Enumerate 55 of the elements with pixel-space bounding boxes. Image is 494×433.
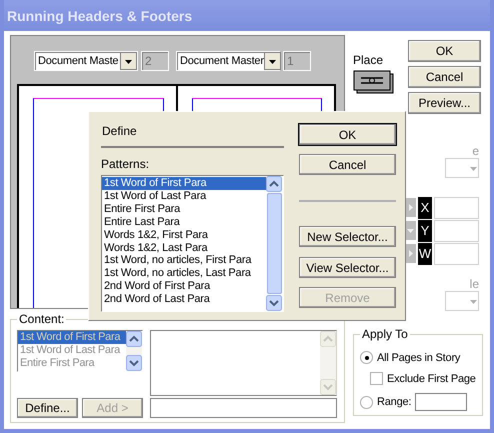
coordinate-label: X bbox=[418, 196, 432, 218]
list-item[interactable]: 1st Word, no articles, First Para bbox=[102, 254, 266, 268]
list-item[interactable]: 2nd Word of First Para bbox=[102, 280, 266, 294]
list-item[interactable]: Entire Last Para bbox=[102, 216, 266, 229]
ok-button[interactable]: OK bbox=[408, 40, 481, 62]
coordinate-label: W bbox=[418, 242, 432, 264]
place-icon[interactable] bbox=[353, 70, 394, 94]
new-selector-button[interactable]: New Selector... bbox=[299, 226, 396, 247]
dialog-title: Define bbox=[101, 123, 138, 138]
list-item[interactable]: Words 1&2, Last Para bbox=[102, 242, 266, 254]
list-item[interactable]: 1st Word of Last Para bbox=[102, 190, 266, 203]
list-item[interactable]: 1st Word of First Para bbox=[102, 177, 266, 190]
option-label: Range: bbox=[377, 396, 412, 408]
coordinate-field[interactable] bbox=[434, 196, 479, 218]
range-field[interactable] bbox=[415, 393, 468, 411]
list-item[interactable]: Words 1&2, First Para bbox=[102, 228, 266, 242]
apply-to-label: Apply To bbox=[361, 327, 409, 341]
place-label: Place bbox=[353, 53, 384, 67]
field-label: e bbox=[472, 144, 479, 158]
caret-icon bbox=[470, 298, 477, 304]
coordinate-field[interactable] bbox=[434, 220, 479, 242]
preview-button[interactable]: Preview... bbox=[408, 92, 481, 114]
caret-icon bbox=[125, 58, 132, 64]
patterns-label: Patterns: bbox=[101, 157, 150, 171]
option-label: Exclude First Page bbox=[387, 372, 476, 384]
master-dropdown[interactable]: Document Maste bbox=[34, 51, 138, 71]
caret-icon bbox=[406, 227, 414, 234]
coordinate-label: Y bbox=[418, 220, 432, 242]
patterns-list[interactable] bbox=[101, 175, 284, 312]
window-title: Running Headers & Footers bbox=[7, 8, 192, 24]
arrow-icon bbox=[406, 204, 414, 211]
arrow-icon bbox=[406, 250, 414, 257]
caret-icon bbox=[470, 164, 477, 172]
ok-button[interactable]: OK bbox=[299, 124, 396, 145]
master-dropdown[interactable]: Document Master bbox=[176, 51, 280, 71]
coordinate-field[interactable] bbox=[434, 242, 479, 264]
scroll-up-button[interactable] bbox=[126, 331, 142, 347]
list-item[interactable]: 2nd Word of Last Para bbox=[102, 293, 266, 306]
radio-button[interactable] bbox=[360, 396, 373, 408]
scroll-down-button[interactable] bbox=[126, 355, 142, 371]
scroll-up-button[interactable] bbox=[266, 176, 282, 192]
scroll-down-button[interactable] bbox=[266, 295, 282, 311]
caret-icon bbox=[268, 58, 276, 64]
list-item[interactable]: Entire First Para bbox=[102, 202, 266, 216]
radio-button[interactable] bbox=[360, 351, 373, 364]
content-input-field[interactable] bbox=[150, 398, 337, 418]
option-label: All Pages in Story bbox=[377, 352, 460, 364]
checkbox[interactable] bbox=[370, 372, 383, 385]
list-item[interactable]: 1st Word, no articles, Last Para bbox=[102, 267, 266, 280]
view-selector-button[interactable]: View Selector... bbox=[299, 257, 396, 278]
scroll-thumb[interactable] bbox=[267, 193, 282, 294]
cancel-button[interactable]: Cancel bbox=[408, 66, 481, 88]
field-label: le bbox=[470, 277, 479, 291]
content-label: Content: bbox=[18, 312, 66, 326]
cancel-button[interactable]: Cancel bbox=[299, 154, 396, 175]
